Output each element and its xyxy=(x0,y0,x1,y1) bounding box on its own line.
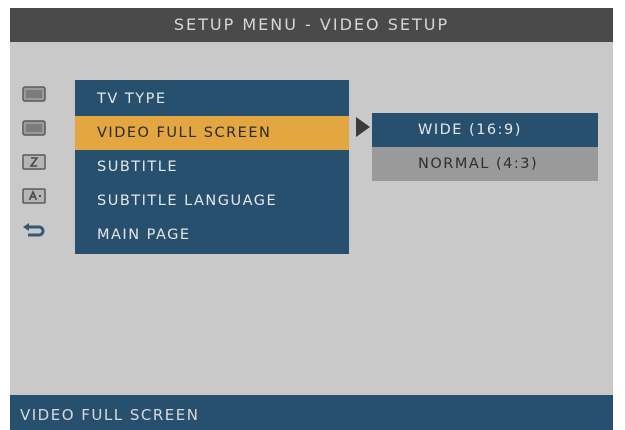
menu-item-subtitle[interactable]: SUBTITLE xyxy=(75,150,349,184)
menu-item-video-full-screen[interactable]: VIDEO FULL SCREEN xyxy=(75,116,349,150)
page-title: SETUP MENU - VIDEO SETUP xyxy=(10,8,613,42)
menu-icon-column xyxy=(22,86,52,256)
video-full-screen-options: WIDE (16:9) NORMAL (4:3) xyxy=(372,113,598,181)
setup-menu: TV TYPE VIDEO FULL SCREEN SUBTITLE SUBTI… xyxy=(75,80,349,254)
screen-icon xyxy=(22,120,46,136)
osd-screen: SETUP MENU - VIDEO SETUP TV TYPE VIDEO F… xyxy=(10,8,613,430)
option-wide[interactable]: WIDE (16:9) xyxy=(372,113,598,147)
subtitle-icon xyxy=(22,154,46,170)
menu-item-subtitle-language[interactable]: SUBTITLE LANGUAGE xyxy=(75,184,349,218)
menu-item-main-page[interactable]: MAIN PAGE xyxy=(75,218,349,252)
language-icon xyxy=(22,188,46,204)
status-bar: VIDEO FULL SCREEN xyxy=(10,395,613,430)
selection-arrow-icon xyxy=(356,117,370,137)
tv-icon xyxy=(22,86,46,102)
menu-item-tv-type[interactable]: TV TYPE xyxy=(75,82,349,116)
option-normal[interactable]: NORMAL (4:3) xyxy=(372,147,598,181)
return-arrow-icon xyxy=(22,222,46,238)
